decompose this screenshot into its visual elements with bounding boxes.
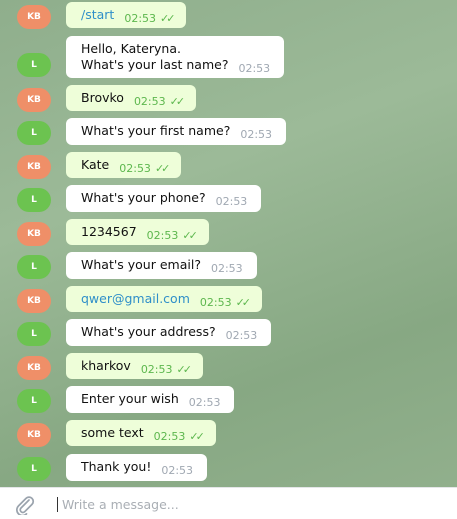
outgoing-message[interactable]: kharkov 02:53 ✓✓ [66, 353, 203, 379]
message-text: What's your email? [81, 257, 201, 272]
message-time: 02:53 [140, 363, 173, 376]
message-time: 02:53 [188, 396, 221, 409]
message-time: 02:53 [225, 329, 258, 342]
message-input[interactable] [62, 494, 442, 514]
avatar[interactable]: KB [17, 5, 51, 29]
avatar[interactable]: L [17, 322, 51, 346]
message-time: 02:53 [124, 12, 157, 25]
message-row: KB /start 02:53 ✓✓ [0, 2, 457, 32]
avatar[interactable]: KB [17, 356, 51, 380]
message-row: L Enter your wish 02:53 [0, 386, 457, 416]
message-row: KB qwer@gmail.com 02:53 ✓✓ [0, 286, 457, 316]
message-time: 02:53 [146, 229, 179, 242]
incoming-message[interactable]: Enter your wish 02:53 [66, 386, 235, 413]
message-time: 02:53 [133, 95, 166, 108]
message-time: 02:53 [240, 128, 273, 141]
read-ticks-icon: ✓✓ [189, 430, 205, 443]
avatar[interactable]: KB [17, 155, 51, 179]
avatar[interactable]: L [17, 457, 51, 481]
message-row: KB some text 02:53 ✓✓ [0, 420, 457, 450]
outgoing-message[interactable]: 1234567 02:53 ✓✓ [66, 219, 209, 245]
message-text: Hello, Kateryna. [81, 41, 181, 56]
message-time: 02:53 [238, 62, 271, 75]
avatar[interactable]: KB [17, 289, 51, 313]
incoming-message[interactable]: Hello, Kateryna. What's your last name? 0… [66, 36, 285, 78]
read-ticks-icon: ✓✓ [169, 95, 186, 108]
message-time: 02:53 [119, 162, 151, 175]
read-ticks-icon: ✓✓ [176, 363, 193, 376]
message-row: KB Kate 02:53 ✓✓ [0, 152, 457, 182]
incoming-message[interactable]: What's your first name? 02:53 [66, 118, 287, 145]
message-time: 02:53 [199, 296, 232, 309]
message-row: KB kharkov 02:53 ✓✓ [0, 353, 457, 383]
avatar[interactable]: L [17, 121, 51, 145]
message-row: L What's your email? 02:53 [0, 252, 457, 282]
command-link[interactable]: /start [81, 7, 114, 22]
message-time: 02:53 [161, 464, 194, 477]
message-time: 02:53 [210, 262, 243, 275]
avatar[interactable]: L [17, 255, 51, 279]
message-text: Thank you! [81, 459, 152, 474]
message-text: 1234567 [81, 224, 137, 239]
paperclip-icon[interactable] [14, 495, 36, 517]
incoming-message[interactable]: Thank you! 02:53 [66, 454, 208, 481]
outgoing-message[interactable]: qwer@gmail.com 02:53 ✓✓ [66, 286, 263, 312]
message-text: What's your address? [81, 324, 216, 339]
message-composer [0, 487, 457, 519]
text-cursor [57, 497, 58, 512]
avatar[interactable]: L [17, 389, 51, 413]
read-ticks-icon: ✓✓ [182, 229, 198, 242]
message-row: L Thank you! 02:53 [0, 454, 457, 484]
avatar[interactable]: L [17, 53, 51, 77]
incoming-message[interactable]: What's your address? 02:53 [66, 319, 272, 346]
avatar[interactable]: KB [17, 222, 51, 246]
incoming-message[interactable]: What's your email? 02:53 [66, 252, 257, 279]
message-row: KB Brovko 02:53 ✓✓ [0, 85, 457, 115]
message-text: What's your first name? [81, 123, 231, 138]
message-text: What's your last name? [81, 57, 229, 72]
message-text: What's your phone? [81, 190, 206, 205]
avatar[interactable]: L [17, 188, 51, 212]
incoming-message[interactable]: What's your phone? 02:53 [66, 185, 262, 212]
message-text: Brovko [81, 90, 124, 105]
message-text: Enter your wish [81, 391, 179, 406]
avatar[interactable]: KB [17, 88, 51, 112]
outgoing-message[interactable]: Brovko 02:53 ✓✓ [66, 85, 197, 111]
avatar[interactable]: KB [17, 423, 51, 447]
message-row: KB 1234567 02:53 ✓✓ [0, 219, 457, 249]
read-ticks-icon: ✓✓ [160, 12, 176, 25]
message-time: 02:53 [215, 195, 248, 208]
outgoing-message[interactable]: some text 02:53 ✓✓ [66, 420, 216, 446]
message-text: Kate [81, 157, 110, 172]
email-link[interactable]: qwer@gmail.com [81, 291, 190, 306]
message-list[interactable]: KB /start 02:53 ✓✓ L Hello, Kateryna. What… [0, 0, 457, 487]
outgoing-message[interactable]: /start 02:53 ✓✓ [66, 2, 187, 28]
message-row: L What's your address? 02:53 [0, 319, 457, 349]
message-row: L What's your phone? 02:53 [0, 185, 457, 215]
message-row: L Hello, Kateryna. What's your last name… [0, 36, 457, 78]
message-text: kharkov [81, 358, 131, 373]
message-time: 02:53 [153, 430, 186, 443]
outgoing-message[interactable]: Kate 02:53 ✓✓ [66, 152, 182, 178]
message-text: some text [81, 425, 144, 440]
message-row: L What's your first name? 02:53 [0, 118, 457, 148]
read-ticks-icon: ✓✓ [154, 162, 171, 175]
read-ticks-icon: ✓✓ [235, 296, 252, 309]
